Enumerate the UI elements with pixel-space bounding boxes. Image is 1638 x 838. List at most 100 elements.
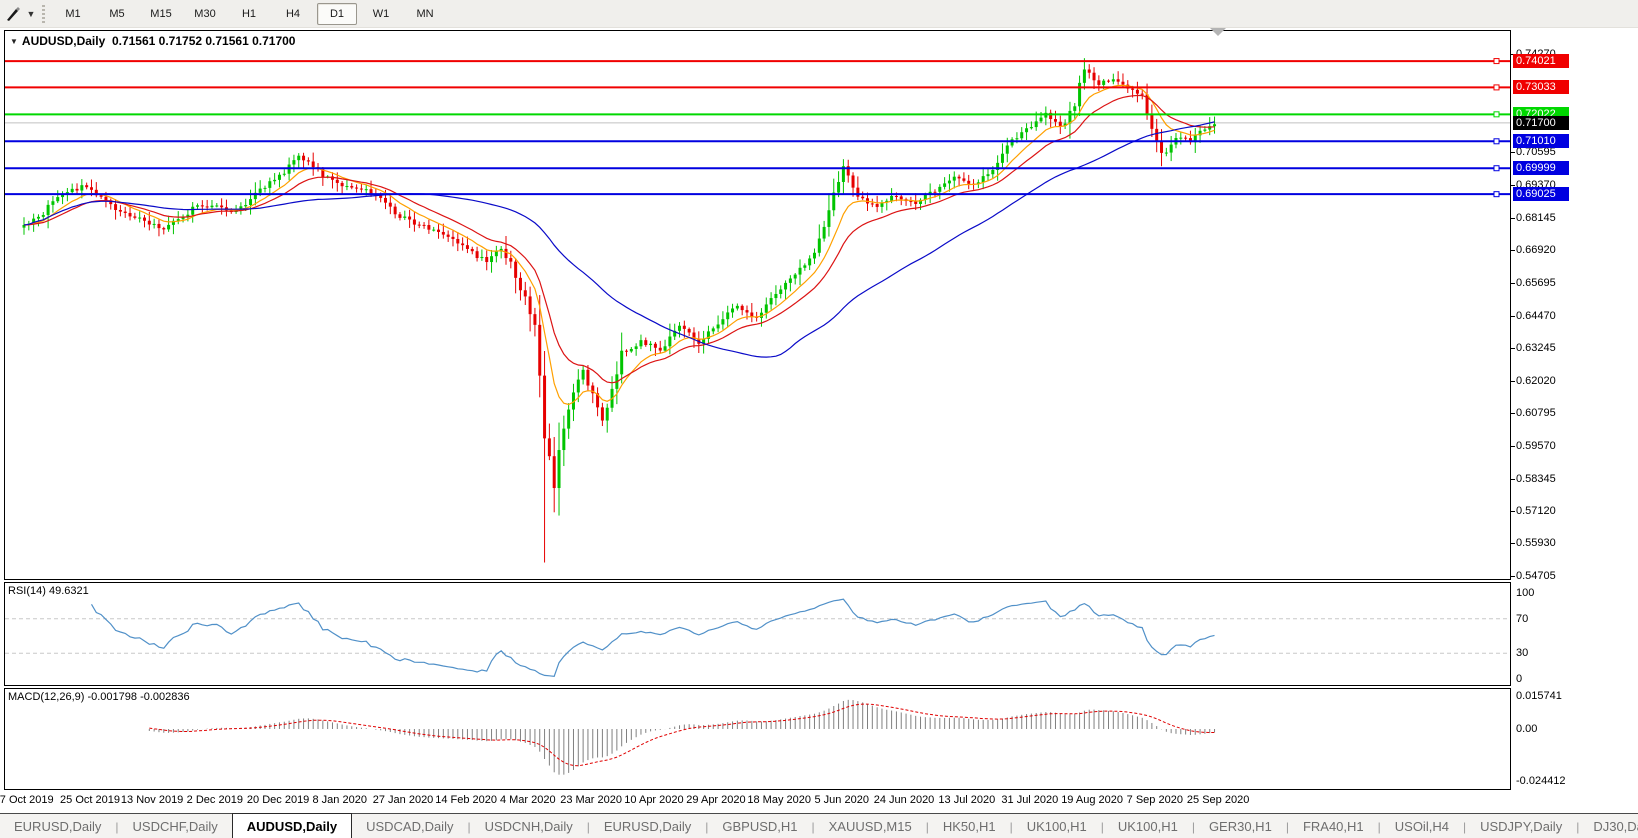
- timeframe-button-m1[interactable]: M1: [53, 3, 93, 25]
- rsi-axis-tick-label: 0: [1516, 673, 1522, 685]
- price-axis-tickmark: [1511, 446, 1515, 447]
- chart-tab-uk100-h1[interactable]: UK100,H1: [1104, 814, 1192, 838]
- chart-tab-usdjpy-daily[interactable]: USDJPY,Daily: [1466, 814, 1576, 838]
- price-axis-tickmark: [1511, 543, 1515, 544]
- timeframe-button-h1[interactable]: H1: [229, 3, 269, 25]
- macd-axis-tick-label: 0.015741: [1516, 690, 1562, 702]
- price-chart-panel[interactable]: [4, 30, 1511, 580]
- chart-tab-xauusd-m15[interactable]: XAUUSD,M15: [815, 814, 926, 838]
- rsi-axis-tick-label: 70: [1516, 613, 1528, 625]
- level-price-badge: 0.69025: [1513, 187, 1569, 201]
- price-axis-tick-label: 0.64470: [1516, 310, 1556, 322]
- price-axis-tick-label: 0.58345: [1516, 473, 1556, 485]
- timeframe-button-h4[interactable]: H4: [273, 3, 313, 25]
- price-axis-tick-label: 0.59570: [1516, 440, 1556, 452]
- chart-tab-eurusd-daily[interactable]: EURUSD,Daily: [0, 814, 115, 838]
- date-axis-tick-label: 8 Jan 2020: [313, 794, 367, 806]
- date-axis-tick-label: 13 Nov 2019: [121, 794, 183, 806]
- price-axis-tickmark: [1511, 152, 1515, 153]
- price-axis-tickmark: [1511, 250, 1515, 251]
- price-axis-tick-label: 0.54705: [1516, 570, 1556, 582]
- price-axis-tickmark: [1511, 381, 1515, 382]
- price-axis-tickmark: [1511, 316, 1515, 317]
- rsi-axis-tick-label: 30: [1516, 647, 1528, 659]
- macd-axis-tick-label: 0.00: [1516, 723, 1537, 735]
- chart-tab-usdchf-daily[interactable]: USDCHF,Daily: [119, 814, 232, 838]
- date-axis-tick-label: 2 Dec 2019: [187, 794, 243, 806]
- price-axis-tickmark: [1511, 283, 1515, 284]
- timeframe-button-m15[interactable]: M15: [141, 3, 181, 25]
- timeframe-button-mn[interactable]: MN: [405, 3, 445, 25]
- chart-tab-dj30-daily[interactable]: DJ30,Daily: [1579, 814, 1638, 838]
- price-axis-tickmark: [1511, 511, 1515, 512]
- price-axis-tick-label: 0.60795: [1516, 407, 1556, 419]
- date-axis-tick-label: 13 Jul 2020: [938, 794, 995, 806]
- date-axis-tick-label: 25 Oct 2019: [60, 794, 120, 806]
- date-axis-tick-label: 23 Mar 2020: [560, 794, 622, 806]
- chart-tab-hk50-h1[interactable]: HK50,H1: [929, 814, 1010, 838]
- chart-tab-usdcnh-daily[interactable]: USDCNH,Daily: [471, 814, 587, 838]
- date-axis-tick-label: 7 Sep 2020: [1127, 794, 1183, 806]
- rsi-indicator-label: RSI(14) 49.6321: [8, 585, 89, 597]
- date-axis-tick-label: 4 Mar 2020: [500, 794, 556, 806]
- price-axis-tick-label: 0.62020: [1516, 375, 1556, 387]
- date-axis-tick-label: 24 Jun 2020: [874, 794, 935, 806]
- current-price-badge: 0.71700: [1513, 116, 1569, 130]
- chart-tab-fra40-h1[interactable]: FRA40,H1: [1289, 814, 1378, 838]
- price-axis-tick-label: 0.68145: [1516, 212, 1556, 224]
- level-price-badge: 0.74021: [1513, 54, 1569, 68]
- chart-symbol-label: AUDUSD,Daily: [22, 34, 105, 48]
- date-axis-tick-label: 25 Sep 2020: [1187, 794, 1249, 806]
- trading-terminal-window: ▼ M1M5M15M30H1H4D1W1MN ▼ AUDUSD,Daily 0.7…: [0, 0, 1638, 838]
- chart-tab-uk100-h1[interactable]: UK100,H1: [1013, 814, 1101, 838]
- toolbar-drag-handle[interactable]: [42, 5, 45, 23]
- timeframe-buttons: M1M5M15M30H1H4D1W1MN: [51, 3, 447, 25]
- price-axis-tick-label: 0.66920: [1516, 244, 1556, 256]
- pen-cursor-icon[interactable]: [2, 4, 24, 24]
- level-price-badge: 0.69999: [1513, 161, 1569, 175]
- rsi-indicator-panel[interactable]: [4, 582, 1511, 686]
- price-axis-tick-label: 0.55930: [1516, 537, 1556, 549]
- date-axis-tick-label: 20 Dec 2019: [247, 794, 309, 806]
- macd-indicator-label: MACD(12,26,9) -0.001798 -0.002836: [8, 691, 190, 703]
- date-axis-tick-label: 5 Jun 2020: [815, 794, 869, 806]
- timeframe-button-d1[interactable]: D1: [317, 3, 357, 25]
- date-axis-tick-label: 27 Jan 2020: [373, 794, 434, 806]
- date-axis-tick-label: 18 May 2020: [747, 794, 811, 806]
- chart-tab-usoil-h4[interactable]: USOil,H4: [1381, 814, 1463, 838]
- macd-indicator-panel[interactable]: [4, 688, 1511, 790]
- date-axis-tick-label: 7 Oct 2019: [0, 794, 54, 806]
- chart-tab-gbpusd-h1[interactable]: GBPUSD,H1: [708, 814, 811, 838]
- price-axis-tickmark: [1511, 348, 1515, 349]
- macd-axis-tick-label: -0.024412: [1516, 775, 1566, 787]
- price-axis-tickmark: [1511, 479, 1515, 480]
- chart-title: ▼ AUDUSD,Daily 0.71561 0.71752 0.71561 0.…: [10, 34, 295, 48]
- date-axis-tick-label: 10 Apr 2020: [624, 794, 683, 806]
- price-axis-tickmark: [1511, 576, 1515, 577]
- chart-title-dropdown-icon[interactable]: ▼: [10, 37, 18, 46]
- timeframe-button-m5[interactable]: M5: [97, 3, 137, 25]
- level-price-badge: 0.71010: [1513, 134, 1569, 148]
- date-axis-tick-label: 19 Aug 2020: [1061, 794, 1123, 806]
- chart-tab-ger30-h1[interactable]: GER30,H1: [1195, 814, 1286, 838]
- rsi-axis-tick-label: 100: [1516, 587, 1534, 599]
- chart-ohlc-values: 0.71561 0.71752 0.71561 0.71700: [112, 34, 296, 48]
- timeframe-button-m30[interactable]: M30: [185, 3, 225, 25]
- tool-dropdown-caret-icon[interactable]: ▼: [24, 9, 38, 19]
- chart-tab-audusd-daily[interactable]: AUDUSD,Daily: [232, 813, 352, 838]
- timeframe-toolbar: ▼ M1M5M15M30H1H4D1W1MN: [0, 0, 1638, 28]
- price-axis-tickmark: [1511, 218, 1515, 219]
- chart-tab-bar: EURUSD,Daily|USDCHF,DailyAUDUSD,DailyUSD…: [0, 813, 1638, 838]
- chart-tab-eurusd-daily[interactable]: EURUSD,Daily: [590, 814, 705, 838]
- last-bar-position-marker-icon[interactable]: [1210, 28, 1226, 36]
- price-axis-tick-label: 0.63245: [1516, 342, 1556, 354]
- timeframe-button-w1[interactable]: W1: [361, 3, 401, 25]
- price-axis-tickmark: [1511, 185, 1515, 186]
- date-axis-tick-label: 31 Jul 2020: [1001, 794, 1058, 806]
- date-axis-tick-label: 14 Feb 2020: [435, 794, 497, 806]
- level-price-badge: 0.73033: [1513, 80, 1569, 94]
- chart-tab-usdcad-daily[interactable]: USDCAD,Daily: [352, 814, 467, 838]
- price-axis-tickmark: [1511, 413, 1515, 414]
- price-axis-tick-label: 0.57120: [1516, 505, 1556, 517]
- date-axis-tick-label: 29 Apr 2020: [686, 794, 745, 806]
